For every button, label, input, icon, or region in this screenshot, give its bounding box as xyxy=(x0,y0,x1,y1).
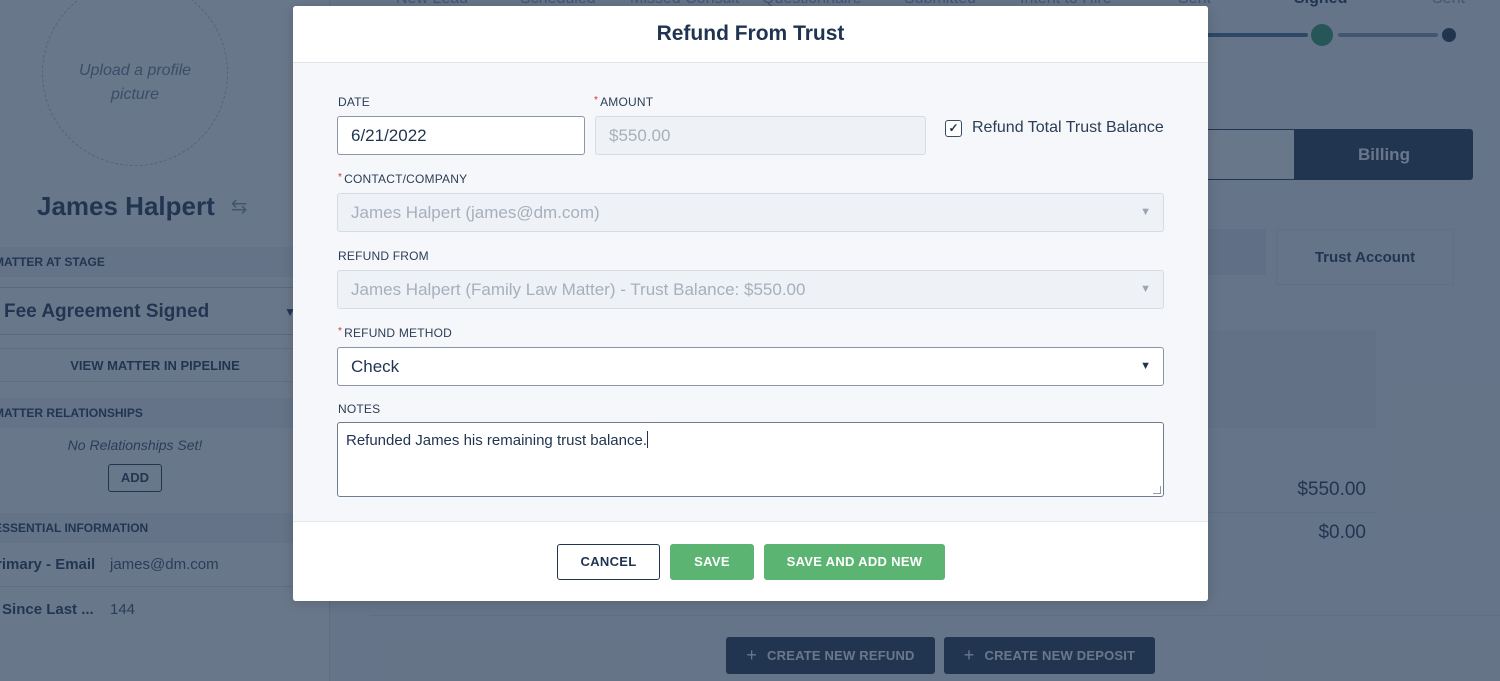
notes-value: Refunded James his remaining trust balan… xyxy=(346,432,647,449)
refund-from-value: James Halpert (Family Law Matter) - Trus… xyxy=(351,280,806,299)
date-input[interactable]: 6/21/2022 xyxy=(337,116,585,155)
contact-select[interactable]: James Halpert (james@dm.com) ▼ xyxy=(337,193,1164,232)
cancel-button[interactable]: CANCEL xyxy=(557,544,660,580)
refund-total-label: Refund Total Trust Balance xyxy=(972,119,1164,136)
contact-label-text: CONTACT/COMPANY xyxy=(344,172,468,186)
refund-method-label: * REFUND METHOD xyxy=(338,326,452,340)
caret-down-icon: ▼ xyxy=(1140,206,1151,218)
refund-method-value: Check xyxy=(351,357,400,376)
amount-label: * AMOUNT xyxy=(594,95,653,109)
text-cursor xyxy=(647,431,648,448)
refund-from-select[interactable]: James Halpert (Family Law Matter) - Trus… xyxy=(337,270,1164,309)
amount-input[interactable]: $550.00 xyxy=(595,116,926,155)
save-button[interactable]: SAVE xyxy=(670,544,754,580)
notes-label: NOTES xyxy=(338,402,381,416)
refund-method-select[interactable]: Check ▼ xyxy=(337,347,1164,386)
amount-label-text: AMOUNT xyxy=(600,95,654,109)
date-label: DATE xyxy=(338,95,370,109)
notes-textarea[interactable]: Refunded James his remaining trust balan… xyxy=(337,422,1164,497)
caret-down-icon: ▼ xyxy=(1140,360,1151,372)
contact-label: * CONTACT/COMPANY xyxy=(338,172,467,186)
required-asterisk: * xyxy=(594,95,599,106)
refund-from-trust-modal: Refund From Trust DATE 6/21/2022 * AMOUNT… xyxy=(293,6,1208,601)
required-asterisk: * xyxy=(338,326,343,337)
modal-footer: CANCEL SAVE SAVE AND ADD NEW xyxy=(293,521,1208,601)
refund-method-label-text: REFUND METHOD xyxy=(344,326,453,340)
refund-total-trust-balance-checkbox[interactable]: ✓ Refund Total Trust Balance xyxy=(945,119,1164,137)
required-asterisk: * xyxy=(338,172,343,183)
checkmark-icon[interactable]: ✓ xyxy=(945,119,962,137)
refund-from-label: REFUND FROM xyxy=(338,249,429,263)
save-and-add-new-button[interactable]: SAVE AND ADD NEW xyxy=(764,544,945,580)
contact-value: James Halpert (james@dm.com) xyxy=(351,203,600,222)
resize-handle-icon[interactable] xyxy=(1153,486,1161,494)
modal-title: Refund From Trust xyxy=(293,6,1208,63)
caret-down-icon: ▼ xyxy=(1140,283,1151,295)
